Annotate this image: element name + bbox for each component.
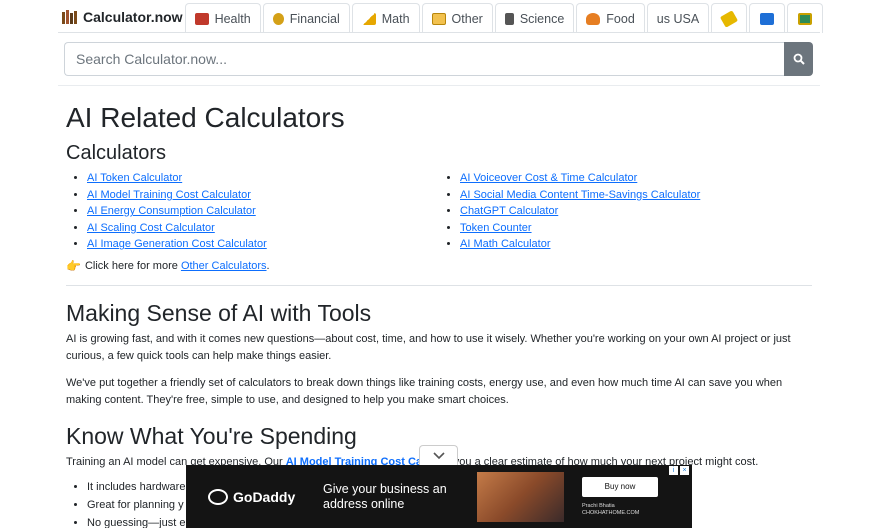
triangle-ruler-icon [361,12,376,25]
tab-financial[interactable]: Financial [262,3,350,33]
id-card-icon [760,12,775,25]
tab-health[interactable]: Health [184,3,261,33]
more-prefix: Click here for more [84,259,178,272]
link-ai-scaling-cost-calculator[interactable]: AI Scaling Cost Calculator [87,222,215,234]
calculator-link-columns: AI Token Calculator AI Model Training Co… [66,170,812,253]
tab-ledger[interactable] [787,3,824,33]
list-item: AI Model Training Cost Calculator [87,187,439,204]
list-item: AI Image Generation Cost Calculator [87,236,439,253]
section-heading-tools: Making Sense of AI with Tools [66,299,372,326]
tab-label: Math [381,11,410,26]
ad-credit: Prachi Bhatia CHOKHATHOME.COM [582,503,658,517]
more-suffix: . [266,259,270,272]
tag-icon [720,9,739,28]
section-divider [66,284,812,286]
tab-other[interactable]: Other [421,3,493,33]
tab-deals[interactable] [711,3,748,33]
ledger-icon [798,12,813,25]
tab-math[interactable]: Math [351,3,420,33]
tab-id[interactable] [749,3,786,33]
list-item: AI Voiceover Cost & Time Calculator [460,170,812,187]
search-input[interactable] [64,42,784,76]
list-item: AI Energy Consumption Calculator [87,203,439,220]
ad-close-icon[interactable]: × [680,466,689,475]
tab-label: Other [451,11,483,26]
food-icon [586,12,601,25]
paragraph: AI is growing fast, and with it comes ne… [66,332,791,362]
books-icon [62,9,78,24]
ad-collapse-button[interactable] [419,445,458,465]
list-item: ChatGPT Calculator [460,203,812,220]
page-title: AI Related Calculators [66,102,345,133]
top-navigation: Calculator.now Health Financial Math Oth… [58,0,824,33]
ad-controls: i × [669,466,689,475]
microscope-icon [504,12,514,25]
category-tabs: Health Financial Math Other Science Food… [183,3,824,33]
link-ai-voiceover-calculator[interactable]: AI Voiceover Cost & Time Calculator [460,172,637,184]
link-ai-math-calculator[interactable]: AI Math Calculator [460,238,550,250]
money-bag-icon [272,12,284,25]
list-item: AI Math Calculator [460,236,812,253]
tab-food[interactable]: Food [576,3,645,33]
tab-label: Food [606,11,635,26]
tab-usa[interactable]: us USA [646,3,710,33]
ad-credit-name: Prachi Bhatia [582,502,615,509]
ad-message: Give your business an address online [323,481,447,511]
ad-buy-now-button[interactable]: Buy now [582,476,658,497]
list-item: AI Social Media Content Time-Savings Cal… [460,187,812,204]
link-chatgpt-calculator[interactable]: ChatGPT Calculator [460,205,558,217]
advertisement-banner[interactable]: GoDaddy Give your business an address on… [186,465,692,528]
nav-divider [58,32,820,33]
ad-info-icon[interactable]: i [669,466,678,475]
search-bar [64,42,813,76]
chevron-down-icon [432,451,445,459]
godaddy-mark-icon [208,488,228,505]
header-divider [58,85,820,86]
folder-icon [431,12,446,25]
search-button[interactable] [784,42,813,76]
list-item: AI Token Calculator [87,170,439,187]
link-ai-image-generation-cost-calculator[interactable]: AI Image Generation Cost Calculator [87,238,267,250]
tab-science[interactable]: Science [494,3,575,33]
tab-label: us USA [656,11,700,26]
tab-label: Health [214,11,251,26]
list-item: AI Scaling Cost Calculator [87,220,439,237]
link-ai-social-media-calculator[interactable]: AI Social Media Content Time-Savings Cal… [460,189,700,201]
ad-photo [477,471,564,522]
tab-label: Financial [289,11,340,26]
link-token-counter[interactable]: Token Counter [460,222,532,234]
link-ai-model-training-cost-calculator[interactable]: AI Model Training Cost Calculator [87,189,251,201]
ad-cta-group: Buy now Prachi Bhatia CHOKHATHOME.COM [582,476,658,517]
health-icon [194,12,209,25]
calculator-list-left: AI Token Calculator AI Model Training Co… [66,170,439,253]
search-icon [793,53,805,65]
godaddy-logo: GoDaddy [208,488,323,505]
more-calculators-note: 👉 Click here for more Other Calculators. [66,259,812,273]
link-ai-token-calculator[interactable]: AI Token Calculator [87,172,182,184]
pointing-hand-icon: 👉 [66,258,81,273]
tab-label: Science [519,11,565,26]
list-item: Token Counter [460,220,812,237]
brand-name: Calculator.now [83,8,183,25]
brand-logo-link[interactable]: Calculator.now [58,0,183,33]
ad-credit-site: CHOKHATHOME.COM [582,509,640,516]
paragraph: We've put together a friendly set of cal… [66,377,783,406]
other-calculators-link[interactable]: Other Calculators [181,260,267,272]
ad-brand: GoDaddy [233,488,296,505]
link-ai-energy-consumption-calculator[interactable]: AI Energy Consumption Calculator [87,205,256,217]
calculators-heading: Calculators [66,142,167,164]
calculator-list-right: AI Voiceover Cost & Time Calculator AI S… [439,170,812,253]
